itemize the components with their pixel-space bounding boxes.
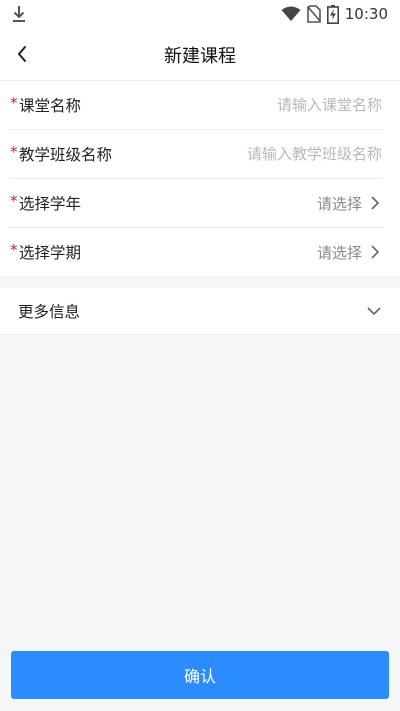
- chevron-down-icon: [367, 307, 381, 316]
- chevron-right-icon: [371, 245, 380, 259]
- classroom-name-input[interactable]: [202, 96, 382, 114]
- wifi-icon: [281, 6, 301, 21]
- chevron-right-icon: [371, 196, 380, 210]
- school-year-value: 请选择: [316, 194, 362, 213]
- semester-select[interactable]: 请选择: [317, 242, 382, 263]
- semester-label-group: * 选择学期: [10, 241, 81, 263]
- school-year-label-group: * 选择学年: [10, 192, 81, 214]
- page-title: 新建课程: [164, 46, 236, 67]
- class-name-input[interactable]: [202, 145, 382, 163]
- more-info-toggle[interactable]: 更多信息: [0, 288, 400, 335]
- nav-bar: 新建课程: [0, 28, 400, 81]
- classroom-name-label: 课堂名称: [19, 97, 82, 115]
- required-mark: *: [10, 143, 18, 161]
- required-mark: *: [10, 241, 18, 259]
- class-name-label-group: * 教学班级名称: [10, 143, 112, 165]
- status-time: 10:30: [344, 5, 388, 23]
- school-year-select[interactable]: 请选择: [317, 193, 382, 214]
- required-mark: *: [10, 192, 18, 210]
- school-year-row[interactable]: * 选择学年 请选择: [10, 179, 382, 228]
- semester-label: 选择学期: [19, 244, 82, 262]
- course-form: * 课堂名称 * 教学班级名称 * 选择学年 请选择 * 选择学期 请选择: [0, 81, 400, 276]
- download-icon: [13, 6, 25, 22]
- no-sim-icon: [306, 5, 321, 23]
- classroom-name-row: * 课堂名称: [10, 81, 382, 130]
- semester-row[interactable]: * 选择学期 请选择: [10, 228, 382, 276]
- required-mark: *: [10, 94, 18, 112]
- semester-value: 请选择: [316, 243, 362, 262]
- battery-charging-icon: [326, 4, 339, 24]
- status-icons: 10:30: [281, 4, 388, 24]
- school-year-label: 选择学年: [19, 195, 82, 213]
- confirm-button[interactable]: 确认: [11, 651, 389, 699]
- section-gap: [0, 276, 400, 288]
- classroom-name-label-group: * 课堂名称: [10, 94, 81, 116]
- status-bar: 10:30: [0, 0, 400, 28]
- class-name-label: 教学班级名称: [19, 146, 113, 164]
- class-name-row: * 教学班级名称: [10, 130, 382, 179]
- more-info-label: 更多信息: [18, 303, 81, 321]
